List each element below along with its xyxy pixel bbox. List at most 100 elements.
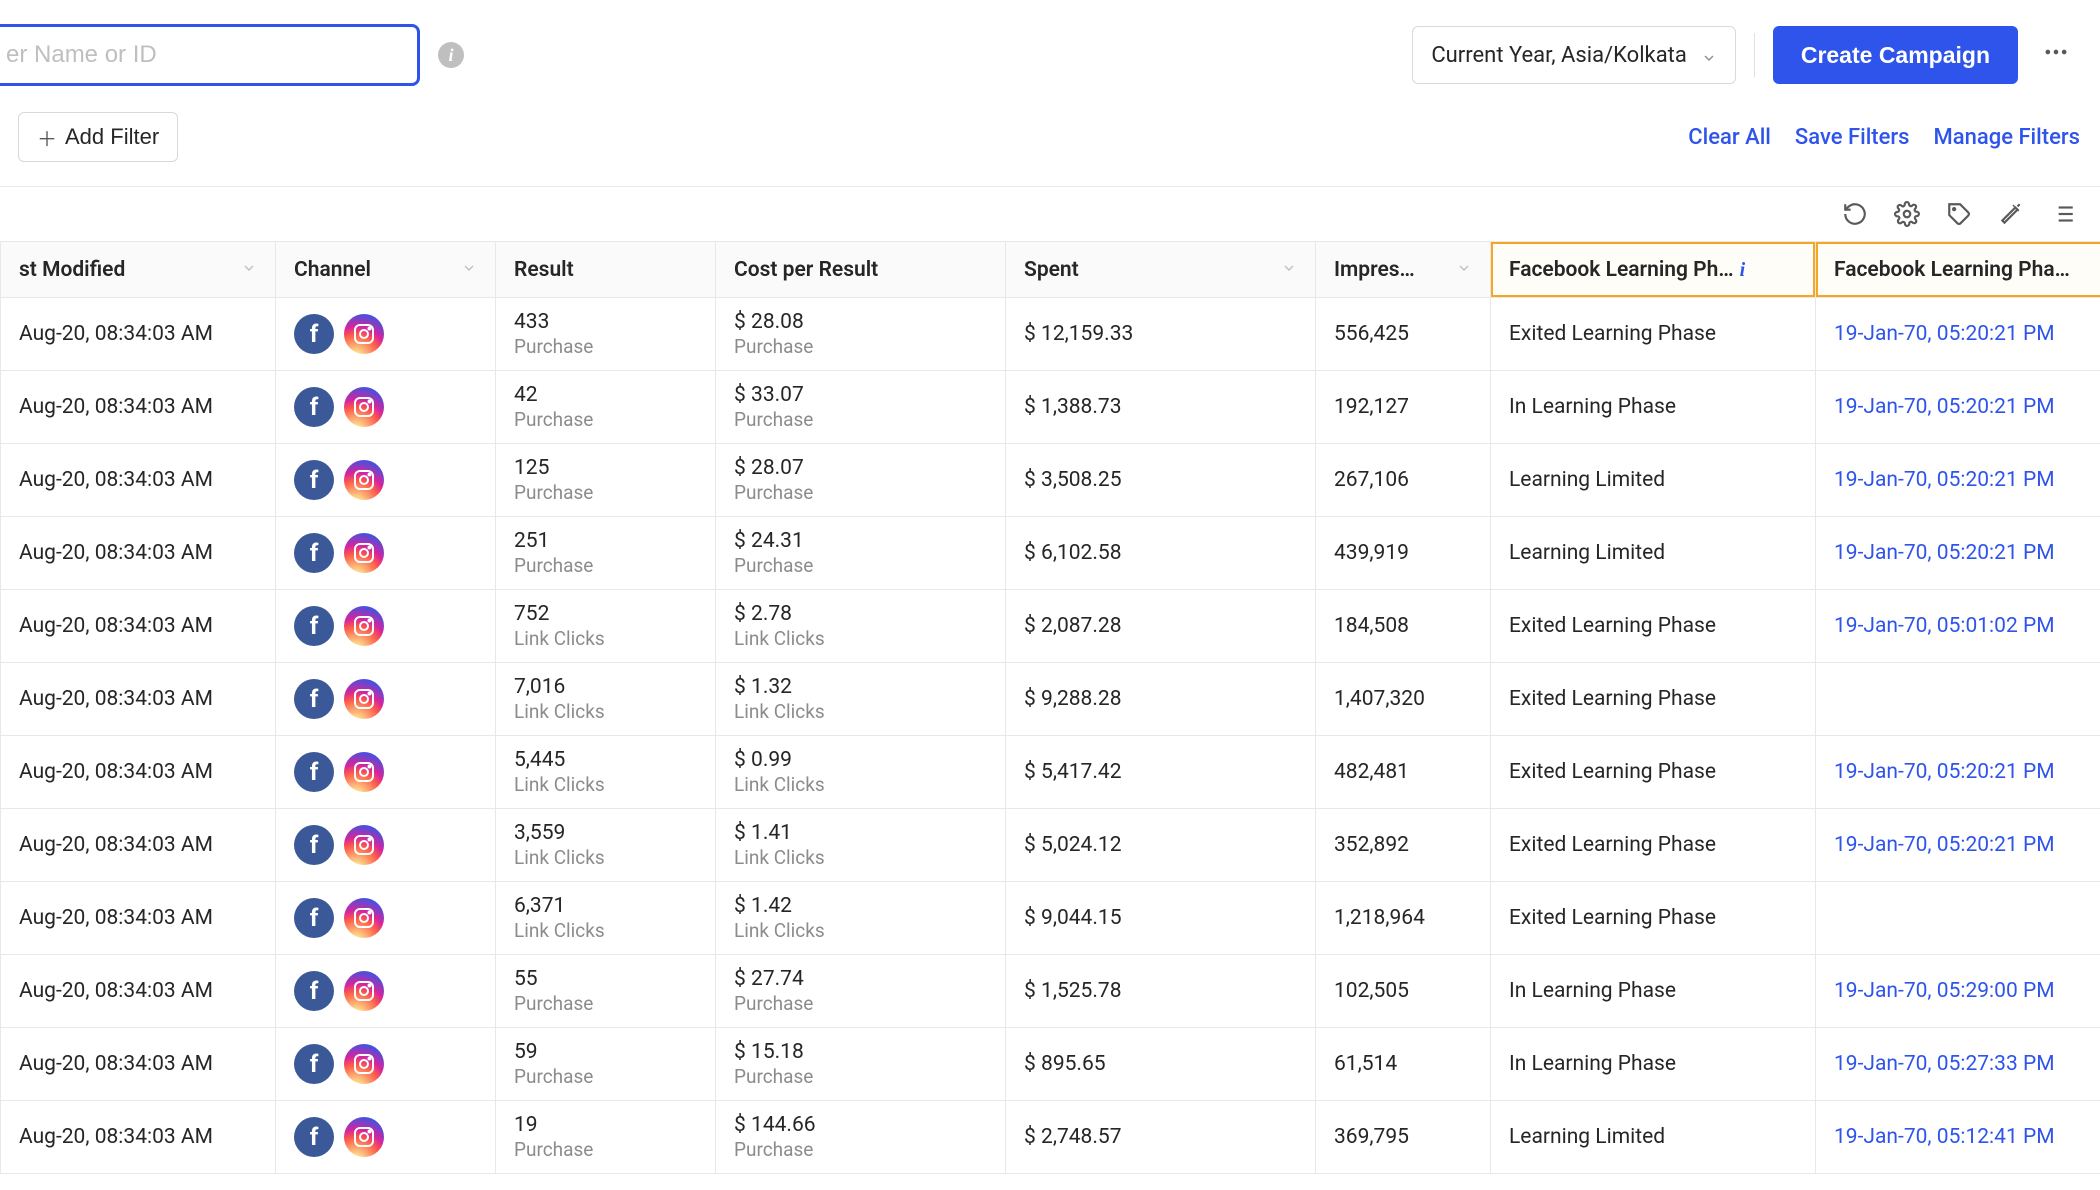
table-toolbar	[0, 187, 2100, 241]
col-learning-phase[interactable]: Facebook Learning Ph…i	[1491, 242, 1816, 298]
col-impressions[interactable]: Impres…	[1316, 242, 1491, 298]
cell-learning-date[interactable]: 19-Jan-70, 05:20:21 PM	[1816, 517, 2100, 590]
cell-channel: f	[276, 1028, 496, 1101]
manage-filters-link[interactable]: Manage Filters	[1934, 125, 2080, 150]
cell-learning-date[interactable]: 19-Jan-70, 05:20:21 PM	[1816, 809, 2100, 882]
cell-cpr: $ 144.66Purchase	[716, 1101, 1006, 1174]
chevron-down-icon	[461, 258, 477, 282]
timezone-label: Current Year, Asia/Kolkata	[1431, 43, 1686, 68]
table-row[interactable]: Aug-20, 08:34:03 AMf5,445Link Clicks$ 0.…	[1, 736, 2100, 809]
cell-learning-phase: In Learning Phase	[1491, 1028, 1816, 1101]
tag-icon[interactable]	[1946, 201, 1972, 227]
cell-spent: $ 12,159.33	[1006, 298, 1316, 371]
add-filter-label: Add Filter	[65, 124, 159, 150]
cell-learning-date[interactable]: 19-Jan-70, 05:27:33 PM	[1816, 1028, 2100, 1101]
cell-impressions: 192,127	[1316, 371, 1491, 444]
table-row[interactable]: Aug-20, 08:34:03 AMf55Purchase$ 27.74Pur…	[1, 955, 2100, 1028]
col-channel[interactable]: Channel	[276, 242, 496, 298]
cell-learning-phase: Exited Learning Phase	[1491, 736, 1816, 809]
instagram-icon	[344, 679, 384, 719]
col-learning-phase-date[interactable]: Facebook Learning Pha…	[1816, 242, 2100, 298]
col-cpr[interactable]: Cost per Result	[716, 242, 1006, 298]
cell-cpr: $ 27.74Purchase	[716, 955, 1006, 1028]
cell-cpr: $ 2.78Link Clicks	[716, 590, 1006, 663]
instagram-icon	[344, 460, 384, 500]
more-menu-icon[interactable]	[2036, 38, 2080, 72]
cell-learning-phase: Learning Limited	[1491, 444, 1816, 517]
add-filter-button[interactable]: ＋ Add Filter	[18, 112, 178, 162]
cell-impressions: 369,795	[1316, 1101, 1491, 1174]
facebook-icon: f	[294, 387, 334, 427]
cell-learning-date[interactable]: 19-Jan-70, 05:20:21 PM	[1816, 736, 2100, 809]
instagram-icon	[344, 1117, 384, 1157]
cell-channel: f	[276, 371, 496, 444]
table-row[interactable]: Aug-20, 08:34:03 AMf433Purchase$ 28.08Pu…	[1, 298, 2100, 371]
cell-impressions: 61,514	[1316, 1028, 1491, 1101]
cell-result: 3,559Link Clicks	[496, 809, 716, 882]
cell-learning-phase: Exited Learning Phase	[1491, 590, 1816, 663]
cell-result: 6,371Link Clicks	[496, 882, 716, 955]
col-spent[interactable]: Spent	[1006, 242, 1316, 298]
instagram-icon	[344, 1044, 384, 1084]
facebook-icon: f	[294, 679, 334, 719]
cell-result: 5,445Link Clicks	[496, 736, 716, 809]
cell-cpr: $ 28.08Purchase	[716, 298, 1006, 371]
cell-result: 125Purchase	[496, 444, 716, 517]
cell-cpr: $ 0.99Link Clicks	[716, 736, 1006, 809]
cell-spent: $ 9,044.15	[1006, 882, 1316, 955]
timezone-select[interactable]: Current Year, Asia/Kolkata	[1412, 26, 1735, 84]
cell-learning-date[interactable]: 19-Jan-70, 05:20:21 PM	[1816, 371, 2100, 444]
cell-impressions: 102,505	[1316, 955, 1491, 1028]
table-row[interactable]: Aug-20, 08:34:03 AMf19Purchase$ 144.66Pu…	[1, 1101, 2100, 1174]
refresh-icon[interactable]	[1842, 201, 1868, 227]
info-icon[interactable]: i	[1740, 259, 1746, 281]
cell-result: 251Purchase	[496, 517, 716, 590]
table-row[interactable]: Aug-20, 08:34:03 AMf3,559Link Clicks$ 1.…	[1, 809, 2100, 882]
table-row[interactable]: Aug-20, 08:34:03 AMf752Link Clicks$ 2.78…	[1, 590, 2100, 663]
cell-spent: $ 5,417.42	[1006, 736, 1316, 809]
cell-result: 19Purchase	[496, 1101, 716, 1174]
chevron-down-icon	[241, 258, 257, 282]
cell-spent: $ 6,102.58	[1006, 517, 1316, 590]
table-row[interactable]: Aug-20, 08:34:03 AMf6,371Link Clicks$ 1.…	[1, 882, 2100, 955]
col-result[interactable]: Result	[496, 242, 716, 298]
facebook-icon: f	[294, 606, 334, 646]
instagram-icon	[344, 314, 384, 354]
cell-spent: $ 1,525.78	[1006, 955, 1316, 1028]
plus-icon: ＋	[37, 123, 57, 152]
cell-learning-date[interactable]: 19-Jan-70, 05:20:21 PM	[1816, 298, 2100, 371]
save-filters-link[interactable]: Save Filters	[1795, 125, 1910, 150]
cell-cpr: $ 1.32Link Clicks	[716, 663, 1006, 736]
columns-icon[interactable]	[2050, 201, 2076, 227]
clear-all-link[interactable]: Clear All	[1688, 125, 1771, 150]
cell-learning-date[interactable]: 19-Jan-70, 05:01:02 PM	[1816, 590, 2100, 663]
cell-channel: f	[276, 955, 496, 1028]
cell-impressions: 439,919	[1316, 517, 1491, 590]
magic-wand-icon[interactable]	[1998, 201, 2024, 227]
cell-channel: f	[276, 1101, 496, 1174]
cell-impressions: 556,425	[1316, 298, 1491, 371]
instagram-icon	[344, 825, 384, 865]
cell-learning-date[interactable]: 19-Jan-70, 05:20:21 PM	[1816, 444, 2100, 517]
cell-result: 7,016Link Clicks	[496, 663, 716, 736]
cell-learning-date[interactable]: 19-Jan-70, 05:29:00 PM	[1816, 955, 2100, 1028]
col-modified[interactable]: st Modified	[1, 242, 276, 298]
table-row[interactable]: Aug-20, 08:34:03 AMf125Purchase$ 28.07Pu…	[1, 444, 2100, 517]
create-campaign-button[interactable]: Create Campaign	[1773, 26, 2018, 84]
table-row[interactable]: Aug-20, 08:34:03 AMf251Purchase$ 24.31Pu…	[1, 517, 2100, 590]
cell-learning-date[interactable]: 19-Jan-70, 05:12:41 PM	[1816, 1101, 2100, 1174]
search-input[interactable]	[0, 24, 420, 86]
gear-icon[interactable]	[1894, 201, 1920, 227]
instagram-icon	[344, 898, 384, 938]
cell-impressions: 1,218,964	[1316, 882, 1491, 955]
info-icon[interactable]: i	[438, 42, 464, 68]
cell-learning-date	[1816, 663, 2100, 736]
cell-modified: Aug-20, 08:34:03 AM	[1, 517, 276, 590]
cell-modified: Aug-20, 08:34:03 AM	[1, 444, 276, 517]
cell-impressions: 184,508	[1316, 590, 1491, 663]
table-row[interactable]: Aug-20, 08:34:03 AMf59Purchase$ 15.18Pur…	[1, 1028, 2100, 1101]
cell-cpr: $ 24.31Purchase	[716, 517, 1006, 590]
table-row[interactable]: Aug-20, 08:34:03 AMf7,016Link Clicks$ 1.…	[1, 663, 2100, 736]
table-row[interactable]: Aug-20, 08:34:03 AMf42Purchase$ 33.07Pur…	[1, 371, 2100, 444]
vertical-divider	[1754, 33, 1755, 77]
